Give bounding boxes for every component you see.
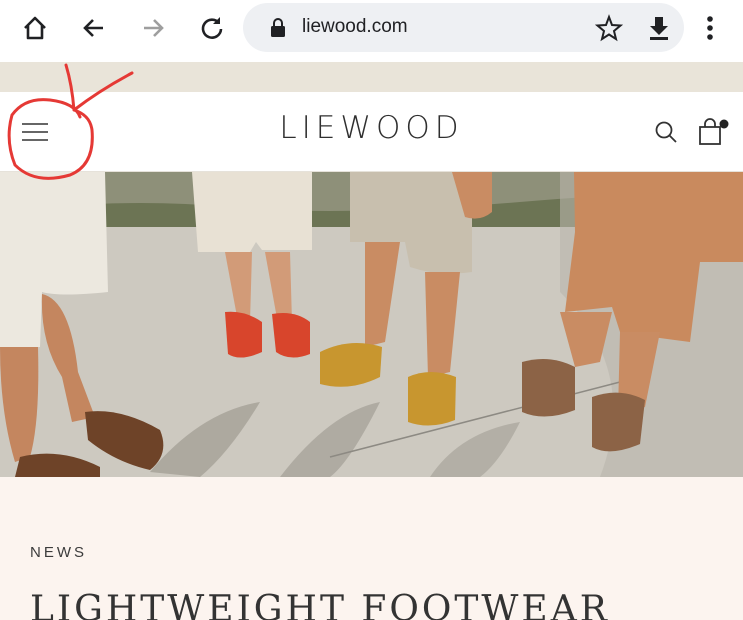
url-text: liewood.com [302,16,408,37]
back-icon[interactable] [74,8,114,48]
section-eyebrow: NEWS [30,544,87,561]
home-icon[interactable] [15,8,55,48]
lock-icon [270,18,286,37]
more-icon[interactable] [690,8,730,48]
news-headline[interactable]: LIGHTWEIGHT FOOTWEAR [30,589,610,620]
address-bar[interactable]: liewood.com [243,3,684,52]
reload-icon[interactable] [192,8,232,48]
annotation-arrow-icon [7,63,134,180]
star-icon[interactable] [594,14,624,42]
news-section: NEWS LIGHTWEIGHT FOOTWEAR [0,477,743,620]
browser-toolbar: liewood.com [0,0,743,56]
forward-icon[interactable] [133,8,173,48]
hero-image[interactable] [0,172,743,477]
download-icon[interactable] [645,14,673,42]
